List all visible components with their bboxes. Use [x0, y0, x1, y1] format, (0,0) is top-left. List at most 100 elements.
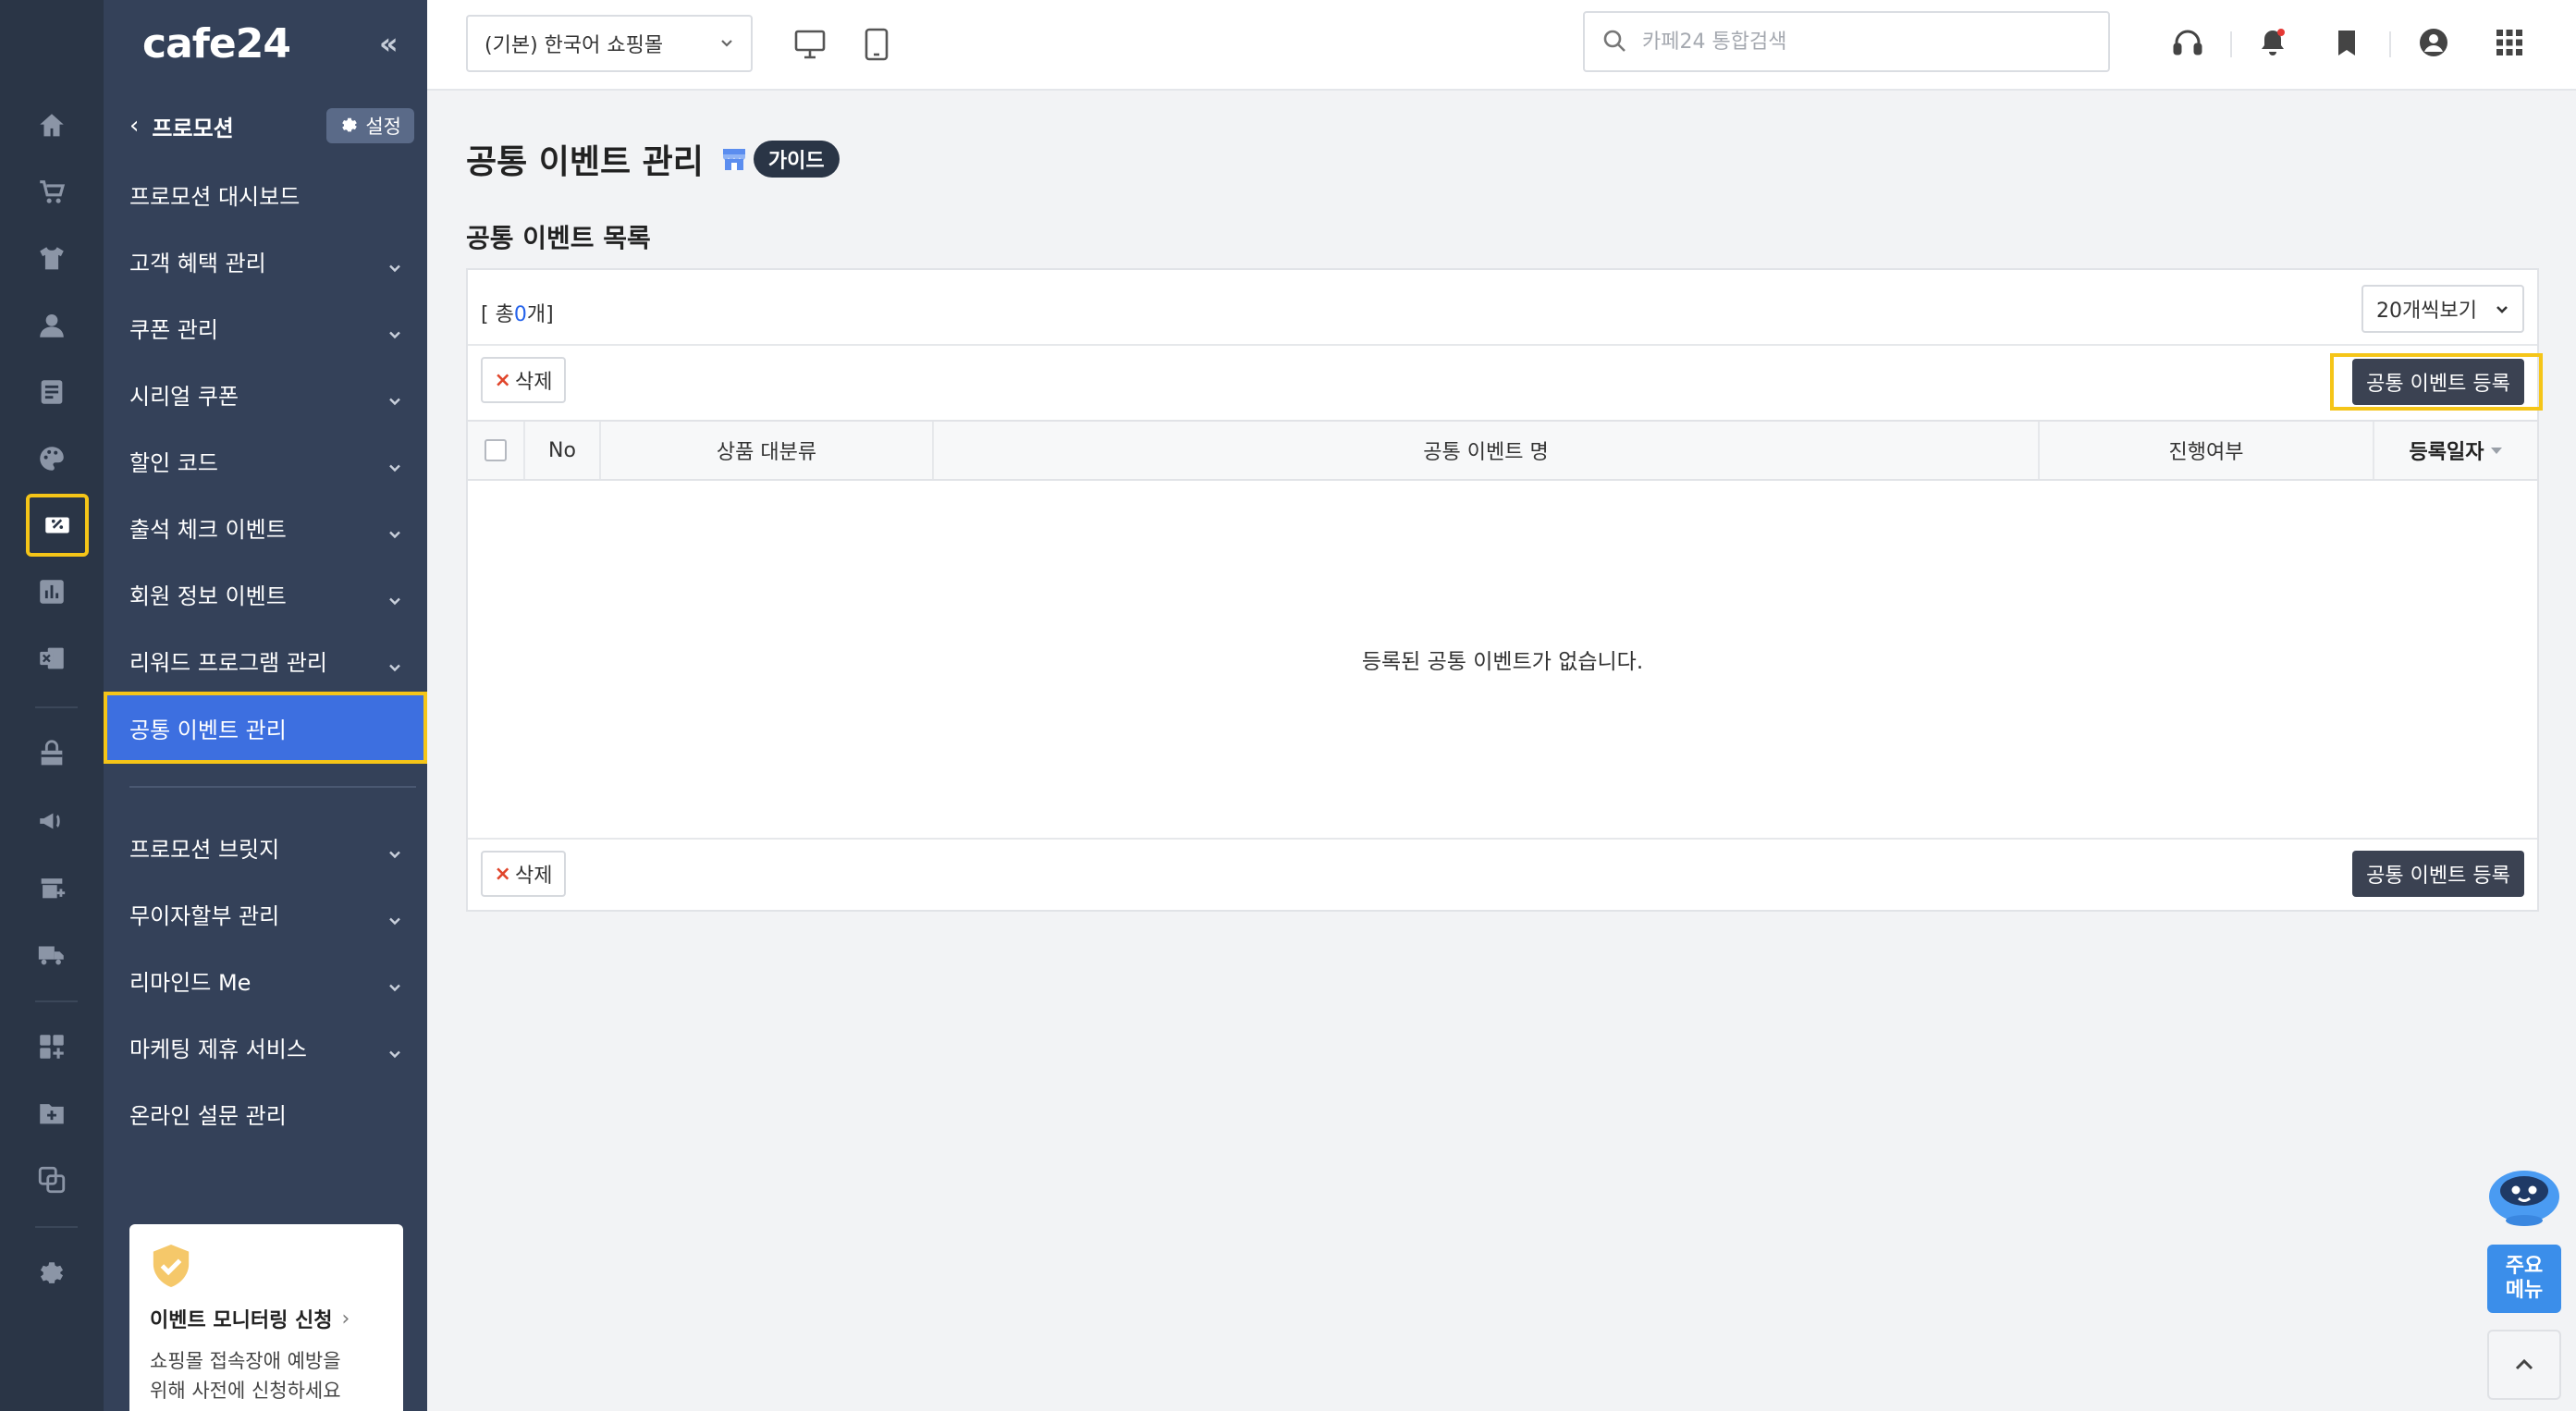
- scroll-top-button[interactable]: [2487, 1330, 2561, 1400]
- close-icon: ×: [494, 368, 511, 392]
- register-event-button-top[interactable]: 공통 이벤트 등록: [2352, 359, 2524, 405]
- promotion-icon[interactable]: [26, 494, 89, 557]
- copy-icon[interactable]: [28, 1156, 76, 1204]
- truck-icon[interactable]: [28, 930, 76, 978]
- sidebar-item-common-event[interactable]: 공통 이벤트 관리: [104, 692, 427, 764]
- sidebar-item-label: 할인 코드: [129, 449, 218, 476]
- register-event-button-bottom[interactable]: 공통 이벤트 등록: [2352, 851, 2524, 897]
- sidebar-panel: cafe24 « ‹ 프로모션 설정 프로모션 대시보드 고객 혜택 관리 쿠폰…: [104, 0, 427, 1411]
- gear-icon[interactable]: [28, 1250, 76, 1298]
- sidebar-item-interest-free[interactable]: 무이자할부 관리: [104, 880, 427, 947]
- event-monitoring-desc-line: 위해 사전에 신청하세요: [150, 1380, 341, 1402]
- apps-grid-icon[interactable]: [2491, 24, 2528, 61]
- chevron-down-icon: [388, 840, 401, 859]
- chevron-down-icon: [388, 521, 401, 539]
- empty-message: 등록된 공통 이벤트가 없습니다.: [1361, 650, 1644, 674]
- main-menu-label-1: 주요: [2505, 1255, 2544, 1278]
- event-list-panel: [ 총0개] 20개씩보기 × 삭제 공통 이벤트 등록 No 상품 대분류 공…: [466, 268, 2543, 912]
- palette-icon[interactable]: [28, 435, 76, 483]
- sidebar-item-promotion-dashboard[interactable]: 프로모션 대시보드: [104, 161, 427, 227]
- sidebar-title[interactable]: 프로모션: [152, 110, 233, 142]
- desktop-icon[interactable]: [791, 26, 828, 63]
- user-icon[interactable]: [28, 301, 76, 350]
- cart-icon[interactable]: [28, 168, 76, 216]
- guide-button[interactable]: 가이드: [753, 141, 840, 178]
- chevron-down-icon: [388, 654, 401, 672]
- account-icon[interactable]: [2415, 24, 2452, 61]
- folder-plus-icon[interactable]: [28, 1089, 76, 1137]
- megaphone-icon[interactable]: [28, 797, 76, 845]
- page-title: 공통 이벤트 관리 가이드: [466, 135, 840, 183]
- column-header-date[interactable]: 등록일자: [2374, 422, 2537, 479]
- delete-button-top[interactable]: × 삭제: [481, 357, 566, 403]
- sidebar-item-label: 시리얼 쿠폰: [129, 383, 239, 410]
- shop-plus-icon[interactable]: [28, 864, 76, 912]
- chevron-down-icon: [388, 387, 401, 406]
- per-page-select[interactable]: 20개씩보기: [2361, 285, 2524, 333]
- sidebar-item-label: 마케팅 제휴 서비스: [129, 1036, 307, 1062]
- column-header-date-label: 등록일자: [2409, 441, 2484, 464]
- stats-icon[interactable]: [28, 568, 76, 616]
- chevron-down-icon: [2496, 306, 2508, 313]
- select-all-checkbox[interactable]: [485, 439, 507, 461]
- headset-icon[interactable]: [2169, 24, 2206, 61]
- search-input[interactable]: [1642, 30, 2086, 54]
- main-menu-button[interactable]: 주요 메뉴: [2487, 1245, 2561, 1313]
- sidebar-item-member-info-event[interactable]: 회원 정보 이벤트: [104, 560, 427, 627]
- sidebar-item-label: 쿠폰 관리: [129, 316, 218, 343]
- sidebar-item-coupons[interactable]: 쿠폰 관리: [104, 294, 427, 361]
- board-icon[interactable]: [28, 368, 76, 416]
- home-icon[interactable]: [28, 102, 76, 150]
- settings-button[interactable]: 설정: [326, 108, 414, 143]
- chevron-down-icon: [388, 587, 401, 606]
- sidebar-item-promotion-bridge[interactable]: 프로모션 브릿지: [104, 814, 427, 880]
- sidebar-item-customer-benefits[interactable]: 고객 혜택 관리: [104, 227, 427, 294]
- cafe24-logo[interactable]: cafe24: [142, 20, 291, 72]
- sidebar-item-label: 프로모션 브릿지: [129, 836, 280, 863]
- bell-icon[interactable]: [2254, 24, 2291, 61]
- bookmark-icon[interactable]: [2328, 24, 2365, 61]
- sidebar-item-remind-me[interactable]: 리마인드 Me: [104, 947, 427, 1013]
- top-bar: (기본) 한국어 쇼핑몰: [427, 0, 2576, 91]
- shop-select[interactable]: (기본) 한국어 쇼핑몰: [466, 15, 753, 72]
- event-monitoring-card[interactable]: 이벤트 모니터링 신청 › 쇼핑몰 접속장애 예방을 위해 사전에 신청하세요: [129, 1224, 403, 1411]
- column-header-status: 진행여부: [2040, 422, 2374, 479]
- sidebar-item-label: 프로모션 대시보드: [129, 183, 301, 210]
- delete-label: 삭제: [514, 371, 553, 394]
- page-title-text: 공통 이벤트 관리: [466, 143, 704, 181]
- sidebar-item-attendance-event[interactable]: 출석 체크 이벤트: [104, 494, 427, 560]
- event-monitoring-title[interactable]: 이벤트 모니터링 신청 ›: [150, 1304, 383, 1333]
- sidebar-item-label: 온라인 설문 관리: [129, 1102, 287, 1129]
- total-count: [ 총0개]: [481, 298, 554, 327]
- settings-label: 설정: [365, 116, 401, 138]
- sidebar-item-serial-coupons[interactable]: 시리얼 쿠폰: [104, 361, 427, 427]
- sidebar-item-reward-program[interactable]: 리워드 프로그램 관리: [104, 627, 427, 693]
- event-monitoring-title-text: 이벤트 모니터링 신청: [150, 1309, 333, 1332]
- excel-icon[interactable]: [28, 634, 76, 682]
- apps-plus-icon[interactable]: [28, 1023, 76, 1071]
- delete-button-bottom[interactable]: × 삭제: [481, 851, 566, 897]
- store-icon[interactable]: [28, 730, 76, 779]
- sidebar-item-label: 무이자할부 관리: [129, 902, 280, 929]
- shirt-icon[interactable]: [28, 235, 76, 283]
- chevron-right-icon: ›: [341, 1307, 350, 1331]
- chevron-down-icon: [388, 974, 401, 992]
- sidebar-item-label: 리마인드 Me: [129, 969, 251, 996]
- column-header-event-name: 공통 이벤트 명: [934, 422, 2040, 479]
- global-search[interactable]: [1583, 11, 2110, 72]
- sidebar-item-label: 회원 정보 이벤트: [129, 583, 287, 609]
- chevron-up-icon: [2515, 1358, 2533, 1370]
- collapse-sidebar-icon[interactable]: «: [379, 26, 399, 61]
- chatbot-icon[interactable]: [2485, 1163, 2563, 1228]
- sort-desc-icon: [2491, 447, 2503, 454]
- sidebar-item-online-survey[interactable]: 온라인 설문 관리: [104, 1080, 427, 1147]
- close-icon: ×: [494, 862, 511, 886]
- back-icon[interactable]: ‹: [129, 112, 139, 140]
- column-header-category: 상품 대분류: [601, 422, 934, 479]
- chevron-down-icon: [388, 321, 401, 339]
- sidebar-item-discount-code[interactable]: 할인 코드: [104, 427, 427, 494]
- tablet-icon[interactable]: [858, 26, 895, 63]
- sidebar-item-marketing-partner[interactable]: 마케팅 제휴 서비스: [104, 1013, 427, 1080]
- chevron-down-icon: [388, 254, 401, 273]
- shop-select-value: (기본) 한국어 쇼핑몰: [485, 34, 664, 57]
